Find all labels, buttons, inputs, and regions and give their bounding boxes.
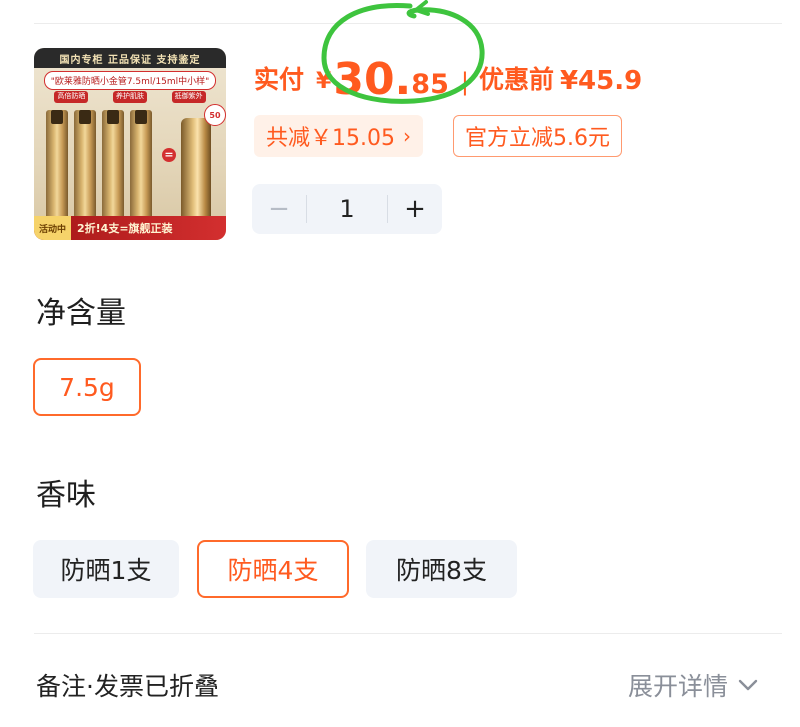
expand-details-label: 展开详情 bbox=[628, 672, 729, 701]
scent-title: 香味 bbox=[36, 478, 96, 513]
thumbnail-sub-tag: 抵御紫外 bbox=[171, 91, 206, 103]
top-divider bbox=[34, 23, 782, 24]
product-thumbnail[interactable]: 国内专柜 正品保证 支持鉴定 "欧莱雅防晒小金管7.5ml/15ml中小样" 高… bbox=[34, 48, 226, 240]
price-separator: | bbox=[460, 68, 469, 96]
bottom-divider bbox=[34, 633, 782, 634]
paid-label: 实付 bbox=[254, 65, 305, 94]
product-tube-image bbox=[102, 110, 124, 230]
note-invoice-label: 备注·发票已折叠 bbox=[36, 672, 219, 701]
product-tube-image bbox=[74, 110, 96, 230]
paid-amount-decimal: 85 bbox=[411, 69, 449, 100]
chevron-down-icon bbox=[738, 679, 758, 691]
plus-sign-icon: = bbox=[162, 148, 176, 162]
thumbnail-pill-text: "欧莱雅防晒小金管7.5ml/15ml中小样" bbox=[44, 71, 216, 90]
official-discount-tag: 官方立减5.6元 bbox=[453, 115, 622, 157]
thumbnail-sub-tag: 养护肌肤 bbox=[112, 91, 147, 103]
thumbnail-ribbon-text: 2折!4支=旗舰正装 bbox=[77, 222, 173, 235]
chevron-right-icon: › bbox=[402, 124, 411, 148]
thumbnail-top-banner: 国内专柜 正品保证 支持鉴定 bbox=[34, 48, 226, 68]
quantity-stepper: − 1 + bbox=[252, 184, 442, 234]
paid-amount-integer: 30. bbox=[333, 54, 412, 105]
price-row: 实付 ¥ 30. 85 | 优惠前 ¥45.9 bbox=[254, 50, 642, 106]
net-content-title: 净含量 bbox=[36, 296, 126, 331]
thumbnail-sub-tags: 高倍防晒 养护肌肤 抵御紫外 bbox=[42, 91, 218, 103]
increment-button[interactable]: + bbox=[388, 194, 442, 224]
net-content-option-7-5g[interactable]: 7.5g bbox=[33, 358, 141, 416]
total-discount-tag[interactable]: 共减￥15.05 › bbox=[254, 115, 423, 157]
thumbnail-sub-tag: 高倍防晒 bbox=[54, 91, 89, 103]
before-discount-label: 优惠前 bbox=[478, 65, 554, 94]
quantity-value[interactable]: 1 bbox=[307, 195, 387, 223]
before-discount-price: ¥45.9 bbox=[559, 66, 643, 96]
expand-details-button[interactable]: 展开详情 bbox=[628, 667, 758, 703]
product-tube-image bbox=[130, 110, 152, 230]
thumbnail-badge: 50 bbox=[204, 104, 226, 126]
product-tube-image bbox=[46, 110, 68, 230]
scent-option-8[interactable]: 防晒8支 bbox=[366, 540, 517, 598]
currency-symbol: ¥ bbox=[316, 69, 332, 94]
total-discount-text: 共减￥15.05 bbox=[266, 126, 395, 151]
thumbnail-ribbon-tag: 活动中 bbox=[34, 216, 72, 240]
thumbnail-ribbon: 活动中 2折!4支=旗舰正装 bbox=[34, 216, 226, 240]
scent-option-1[interactable]: 防晒1支 bbox=[33, 540, 179, 598]
scent-option-4[interactable]: 防晒4支 bbox=[197, 540, 349, 598]
decrement-button[interactable]: − bbox=[252, 194, 306, 224]
